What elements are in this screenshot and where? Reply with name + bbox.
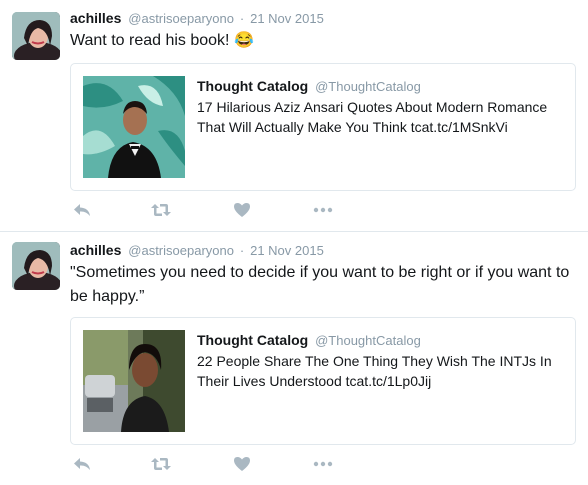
- like-icon[interactable]: [232, 454, 254, 474]
- avatar[interactable]: [12, 242, 60, 290]
- card-thumbnail: [83, 330, 185, 432]
- tweet-date[interactable]: 21 Nov 2015: [250, 11, 324, 26]
- tweet-text: "Sometimes you need to decide if you wan…: [70, 264, 570, 305]
- tweet-header: achilles @astrisoeparyono · 21 Nov 2015: [70, 242, 324, 258]
- tweet-header: achilles @astrisoeparyono · 21 Nov 2015: [70, 10, 324, 26]
- card-user-name[interactable]: Thought Catalog: [197, 78, 308, 94]
- avatar[interactable]: [12, 12, 60, 60]
- quoted-card[interactable]: Thought Catalog @ThoughtCatalog 22 Peopl…: [70, 317, 576, 445]
- tweet[interactable]: achilles @astrisoeparyono · 21 Nov 2015 …: [0, 232, 588, 485]
- retweet-icon[interactable]: [150, 200, 172, 220]
- card-header: Thought Catalog @ThoughtCatalog: [197, 78, 421, 94]
- more-icon[interactable]: [312, 200, 334, 220]
- separator: ·: [239, 11, 245, 26]
- reply-icon[interactable]: [72, 200, 94, 220]
- reply-icon[interactable]: [72, 454, 94, 474]
- more-icon[interactable]: [312, 454, 334, 474]
- separator: ·: [239, 243, 245, 258]
- like-icon[interactable]: [232, 200, 254, 220]
- card-text: 22 People Share The One Thing They Wish …: [197, 353, 552, 389]
- card-header: Thought Catalog @ThoughtCatalog: [197, 332, 421, 348]
- quoted-card[interactable]: Thought Catalog @ThoughtCatalog 17 Hilar…: [70, 63, 576, 191]
- user-name[interactable]: achilles: [70, 242, 121, 258]
- card-user-handle[interactable]: @ThoughtCatalog: [315, 79, 421, 94]
- user-handle[interactable]: @astrisoeparyono: [128, 11, 234, 26]
- tweet-text: Want to read his book! 😂: [70, 32, 254, 49]
- card-text: 17 Hilarious Aziz Ansari Quotes About Mo…: [197, 99, 548, 135]
- card-user-handle[interactable]: @ThoughtCatalog: [315, 333, 421, 348]
- card-user-name[interactable]: Thought Catalog: [197, 332, 308, 348]
- tweet[interactable]: achilles @astrisoeparyono · 21 Nov 2015 …: [0, 0, 588, 232]
- retweet-icon[interactable]: [150, 454, 172, 474]
- card-thumbnail: [83, 76, 185, 178]
- user-name[interactable]: achilles: [70, 10, 121, 26]
- tweet-date[interactable]: 21 Nov 2015: [250, 243, 324, 258]
- user-handle[interactable]: @astrisoeparyono: [128, 243, 234, 258]
